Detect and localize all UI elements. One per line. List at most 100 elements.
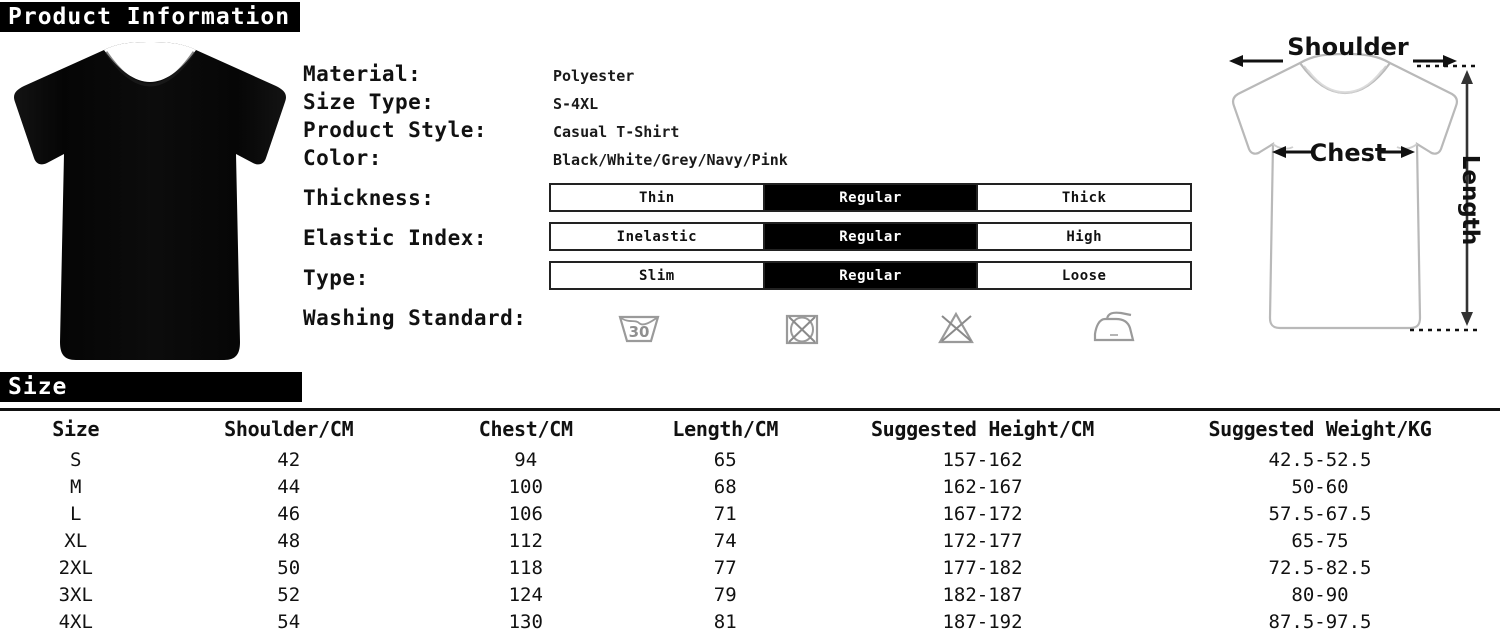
spec-label-product-style: Product Style:	[303, 118, 488, 142]
table-row: 3XL 52 124 79 182-187 80-90	[0, 581, 1500, 608]
cell-size: 2XL	[58, 556, 93, 579]
cell-size: 4XL	[58, 610, 93, 633]
chest-label: Chest	[1310, 139, 1387, 167]
table-row: M 44 100 68 162-167 50-60	[0, 473, 1500, 500]
option-elastic-inelastic[interactable]: Inelastic	[551, 224, 765, 249]
cell-size: M	[70, 475, 82, 498]
cell-chest: 124	[508, 583, 543, 606]
option-label-type: Type:	[303, 266, 369, 290]
cell-height: 177-182	[942, 556, 1023, 579]
option-group-thickness[interactable]: Thin Regular Thick	[549, 183, 1192, 212]
cell-shoulder: 54	[277, 610, 301, 633]
cell-height: 182-187	[942, 583, 1023, 606]
table-row: XL 48 112 74 172-177 65-75	[0, 527, 1500, 554]
spec-label-material: Material:	[303, 62, 422, 86]
cell-height: 172-177	[942, 529, 1023, 552]
cell-weight: 57.5-67.5	[1268, 502, 1372, 525]
table-row: L 46 106 71 167-172 57.5-67.5	[0, 500, 1500, 527]
section-header-size: Size	[0, 372, 302, 402]
cell-weight: 72.5-82.5	[1268, 556, 1372, 579]
t-shirt-photo-image	[14, 42, 286, 360]
column-header-shoulder: Shoulder/CM	[151, 408, 426, 446]
cell-length: 79	[713, 583, 737, 606]
option-group-type[interactable]: Slim Regular Loose	[549, 261, 1192, 290]
cell-weight: 87.5-97.5	[1268, 610, 1372, 633]
cell-length: 81	[713, 610, 737, 633]
cell-length: 71	[713, 502, 737, 525]
cell-chest: 94	[514, 448, 538, 471]
measurement-diagram: Shoulder Length Chest	[1205, 30, 1500, 360]
column-header-chest: Chest/CM	[425, 408, 626, 446]
cell-shoulder: 44	[277, 475, 301, 498]
washing-standard-label: Washing Standard:	[303, 306, 527, 330]
cell-shoulder: 42	[277, 448, 301, 471]
option-type-loose[interactable]: Loose	[978, 263, 1191, 288]
cell-weight: 80-90	[1291, 583, 1349, 606]
column-header-size: Size	[0, 408, 152, 446]
option-thickness-thick[interactable]: Thick	[978, 185, 1191, 210]
cell-length: 77	[713, 556, 737, 579]
option-group-elastic-index[interactable]: Inelastic Regular High	[549, 222, 1192, 251]
option-label-elastic-index: Elastic Index:	[303, 226, 488, 250]
cell-length: 68	[713, 475, 737, 498]
t-shirt-outline	[1231, 52, 1459, 330]
measurement-diagram-svg: Shoulder Length Chest	[1229, 33, 1483, 332]
cell-weight: 42.5-52.5	[1268, 448, 1372, 471]
section-header-size-label: Size	[8, 374, 68, 400]
cell-length: 65	[713, 448, 737, 471]
wash-30-icon: 30	[618, 315, 660, 343]
length-label: Length	[1457, 155, 1483, 245]
cell-weight: 50-60	[1291, 475, 1349, 498]
cell-chest: 118	[508, 556, 543, 579]
cell-chest: 130	[508, 610, 543, 633]
option-thickness-thin[interactable]: Thin	[551, 185, 765, 210]
column-header-length: Length/CM	[625, 408, 825, 446]
do-not-bleach-icon	[938, 311, 974, 344]
option-elastic-regular[interactable]: Regular	[764, 224, 979, 249]
cell-shoulder: 52	[277, 583, 301, 606]
cell-shoulder: 50	[277, 556, 301, 579]
cell-size: L	[70, 502, 82, 525]
cell-height: 167-172	[942, 502, 1023, 525]
spec-value-color: Black/White/Grey/Navy/Pink	[553, 151, 788, 169]
spec-value-product-style: Casual T-Shirt	[553, 123, 680, 141]
cell-size: S	[70, 448, 82, 471]
product-photo	[8, 42, 292, 364]
option-type-regular[interactable]: Regular	[764, 263, 979, 288]
section-header-product-information-label: Product Information	[8, 4, 291, 30]
option-elastic-high[interactable]: High	[978, 224, 1191, 249]
spec-label-color: Color:	[303, 146, 382, 170]
shoulder-label: Shoulder	[1287, 33, 1409, 61]
cell-size: XL	[64, 529, 88, 552]
cell-size: 3XL	[58, 583, 93, 606]
cell-weight: 65-75	[1291, 529, 1349, 552]
table-row: 2XL 50 118 77 177-182 72.5-82.5	[0, 554, 1500, 581]
spec-value-size-type: S-4XL	[553, 95, 599, 113]
cell-chest: 106	[508, 502, 543, 525]
cell-height: 162-167	[942, 475, 1023, 498]
iron-icon	[1093, 311, 1135, 342]
spec-value-material: Polyester	[553, 67, 635, 85]
product-information-page: Product Information Material: Polyester …	[0, 0, 1500, 642]
size-chart-table: Size Shoulder/CM Chest/CM Length/CM Sugg…	[0, 408, 1500, 635]
do-not-tumble-dry-icon	[785, 314, 819, 345]
option-thickness-regular[interactable]: Regular	[764, 185, 979, 210]
washing-standard-icons: 30	[560, 305, 1200, 351]
column-header-suggested-weight: Suggested Weight/KG	[1139, 408, 1500, 446]
cell-height: 187-192	[942, 610, 1023, 633]
cell-shoulder: 48	[277, 529, 301, 552]
cell-shoulder: 46	[277, 502, 301, 525]
cell-chest: 100	[508, 475, 543, 498]
cell-chest: 112	[508, 529, 543, 552]
size-chart-header: Size Shoulder/CM Chest/CM Length/CM Sugg…	[0, 408, 1500, 446]
cell-length: 74	[713, 529, 737, 552]
table-header-row: Size Shoulder/CM Chest/CM Length/CM Sugg…	[0, 408, 1500, 446]
option-label-thickness: Thickness:	[303, 186, 435, 210]
table-row: 4XL 54 130 81 187-192 87.5-97.5	[0, 608, 1500, 635]
option-type-slim[interactable]: Slim	[551, 263, 765, 288]
wash-30-icon-text: 30	[629, 323, 650, 341]
section-header-product-information: Product Information	[0, 2, 300, 32]
cell-height: 157-162	[942, 448, 1023, 471]
table-row: S 42 94 65 157-162 42.5-52.5	[0, 446, 1500, 473]
spec-label-size-type: Size Type:	[303, 90, 435, 114]
